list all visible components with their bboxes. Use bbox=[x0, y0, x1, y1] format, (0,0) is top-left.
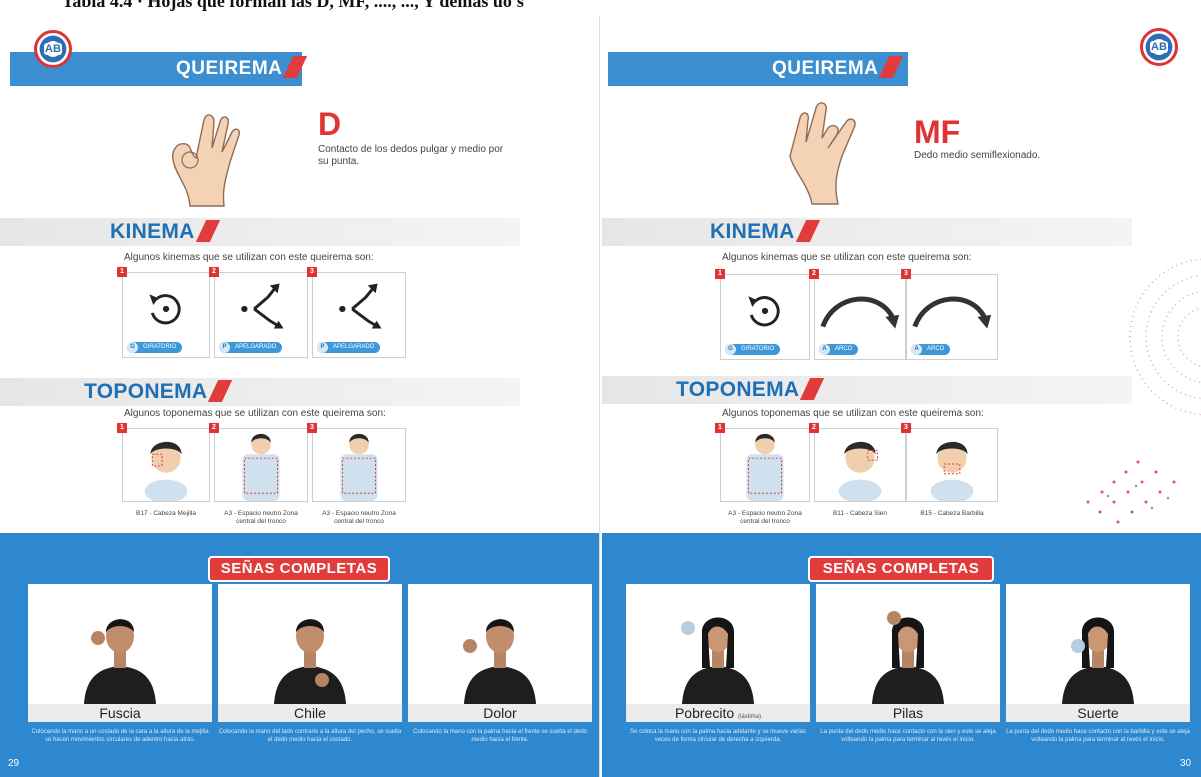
kinema-card: 2 P APELGARADO bbox=[209, 267, 308, 358]
sign-name: Suerte bbox=[1006, 704, 1190, 722]
toponema-title: TOPONEMA bbox=[84, 380, 233, 404]
kinema-intro: Algunos kinemas que se utilizan con este… bbox=[124, 252, 374, 263]
decorative-dotted-arcs bbox=[1129, 258, 1201, 416]
queirema-description: Dedo medio semiflexionado. bbox=[914, 150, 1041, 161]
item-number: 3 bbox=[901, 269, 911, 279]
page-30: AB QUEIREMA MF Dedo medio semiflexionado… bbox=[602, 16, 1201, 777]
sign-photo bbox=[816, 584, 1000, 704]
person-photo-icon bbox=[84, 619, 156, 704]
queirema-letter: MF bbox=[914, 114, 961, 150]
kinema-card: 1 G GIRATORIO bbox=[715, 269, 810, 360]
kinema-tag: A ARCO bbox=[911, 344, 951, 355]
senas-completas-button: SEÑAS COMPLETAS bbox=[208, 556, 390, 582]
kinema-tag: G GIRATORIO bbox=[127, 342, 183, 353]
pinch-arrow-icon bbox=[241, 283, 284, 329]
sign-name: Pobrecito (lástima) bbox=[626, 704, 810, 722]
torso-figure-icon bbox=[746, 433, 784, 501]
kinema-band bbox=[0, 218, 520, 246]
rotate-icon bbox=[748, 296, 780, 327]
item-number: 2 bbox=[809, 269, 819, 279]
kinema-card: 3 A ARCO bbox=[901, 269, 998, 360]
toponema-card: 1 bbox=[715, 423, 810, 502]
kinema-title: KINEMA bbox=[110, 220, 220, 244]
head-figure-icon bbox=[144, 441, 188, 501]
institution-logo: AB bbox=[1140, 28, 1178, 66]
page-29: AB QUEIREMA D Contacto de los dedos pulg… bbox=[0, 16, 600, 777]
kinema-card: 3 P APELGARADO bbox=[307, 267, 406, 358]
kinema-tag: A ARCO bbox=[819, 344, 859, 355]
head-figure-icon bbox=[930, 441, 974, 501]
kinema-card: 1 G GIRATORIO bbox=[117, 267, 210, 358]
toponema-intro: Algunos toponemas que se utilizan con es… bbox=[722, 408, 984, 419]
sign-photo bbox=[28, 584, 212, 704]
item-number: 1 bbox=[117, 267, 127, 277]
queirema-letter: D bbox=[318, 106, 342, 142]
head-figure-icon bbox=[838, 441, 882, 501]
senas-completas-button: SEÑAS COMPLETAS bbox=[808, 556, 994, 582]
toponema-caption: A3 - Espacio neutro Zona central del tro… bbox=[728, 510, 802, 525]
caption-cropped: Tabla 4.4 · Hojas que forman las D, MF, … bbox=[0, 0, 1201, 16]
kinema-intro: Algunos kinemas que se utilizan con este… bbox=[722, 252, 972, 263]
arc-arrow-icon bbox=[820, 296, 900, 329]
hand-shape-mf-icon bbox=[789, 102, 856, 205]
person-photo-icon bbox=[681, 617, 754, 704]
person-photo-icon bbox=[872, 611, 944, 704]
toponema-caption: B11 - Cabeza Sien bbox=[832, 510, 888, 517]
toponema-card: 2 bbox=[809, 423, 906, 502]
toponema-card: 1 bbox=[117, 423, 210, 502]
sign-name: Pilas bbox=[816, 704, 1000, 722]
toponema-intro: Algunos toponemas que se utilizan con es… bbox=[124, 408, 386, 419]
red-slash-icon bbox=[283, 56, 308, 78]
queirema-title: QUEIREMA bbox=[176, 52, 308, 86]
kinema-tag: P APELGARADO bbox=[317, 342, 381, 353]
kinema-title: KINEMA bbox=[710, 220, 820, 244]
sign-description: Colocando la mano a un costado de la car… bbox=[31, 729, 209, 743]
person-photo-icon bbox=[274, 619, 346, 704]
page-number: 30 bbox=[1180, 758, 1192, 769]
toponema-card: 3 bbox=[307, 423, 406, 502]
arc-arrow-icon bbox=[912, 296, 992, 329]
sign-photo bbox=[626, 584, 810, 704]
toponema-title: TOPONEMA bbox=[676, 378, 825, 402]
torso-figure-icon bbox=[242, 433, 280, 501]
sign-description: La punta del dedo medio hace contacto co… bbox=[820, 729, 996, 743]
item-number: 1 bbox=[715, 269, 725, 279]
sign-description: La punta del dedo medio hace contacto co… bbox=[1006, 729, 1190, 743]
page-number: 29 bbox=[8, 758, 20, 769]
sign-description: Se coloca la mano con la palma hacia ade… bbox=[630, 729, 806, 743]
sign-description: Colocando la mano del lado contrario a l… bbox=[218, 729, 402, 743]
toponema-caption: B15 - Cabeza Barbilla bbox=[920, 510, 984, 517]
book-spread: Tabla 4.4 · Hojas que forman las D, MF, … bbox=[0, 0, 1201, 777]
queirema-title: QUEIREMA bbox=[772, 52, 904, 86]
sign-photo bbox=[408, 584, 592, 704]
person-photo-icon bbox=[463, 619, 536, 704]
queirema-description: Contacto de los dedos pulgar y medio por… bbox=[318, 144, 504, 167]
sign-photo bbox=[218, 584, 402, 704]
institution-logo: AB bbox=[34, 30, 72, 68]
toponema-band bbox=[0, 378, 520, 406]
sign-description: Colocando la mano con la palma hacia el … bbox=[413, 729, 587, 743]
toponema-card: 3 bbox=[901, 423, 998, 502]
sign-name: Fuscia bbox=[28, 704, 212, 722]
sign-name: Dolor bbox=[408, 704, 592, 722]
pinch-arrow-icon bbox=[339, 283, 382, 329]
item-number: 2 bbox=[209, 267, 219, 277]
kinema-band bbox=[602, 218, 1132, 246]
hand-shape-d-icon bbox=[172, 114, 241, 207]
torso-figure-icon bbox=[340, 433, 378, 501]
sign-name: Chile bbox=[218, 704, 402, 722]
rotate-icon bbox=[149, 294, 181, 325]
kinema-tag: P APELGARADO bbox=[219, 342, 283, 353]
decorative-dot-pattern bbox=[1086, 460, 1176, 524]
toponema-caption: A3 - Espacio neutro Zona central del tro… bbox=[224, 510, 298, 525]
item-number: 3 bbox=[307, 267, 317, 277]
toponema-caption: A3 - Espacio neutro Zona central del tro… bbox=[322, 510, 396, 525]
toponema-card: 2 bbox=[209, 423, 308, 502]
person-photo-icon bbox=[1062, 617, 1134, 704]
kinema-card: 2 A ARCO bbox=[809, 269, 906, 360]
sign-photo bbox=[1006, 584, 1190, 704]
toponema-caption: B17 - Cabeza Mejilla bbox=[136, 510, 196, 517]
kinema-tag: G GIRATORIO bbox=[725, 344, 781, 355]
